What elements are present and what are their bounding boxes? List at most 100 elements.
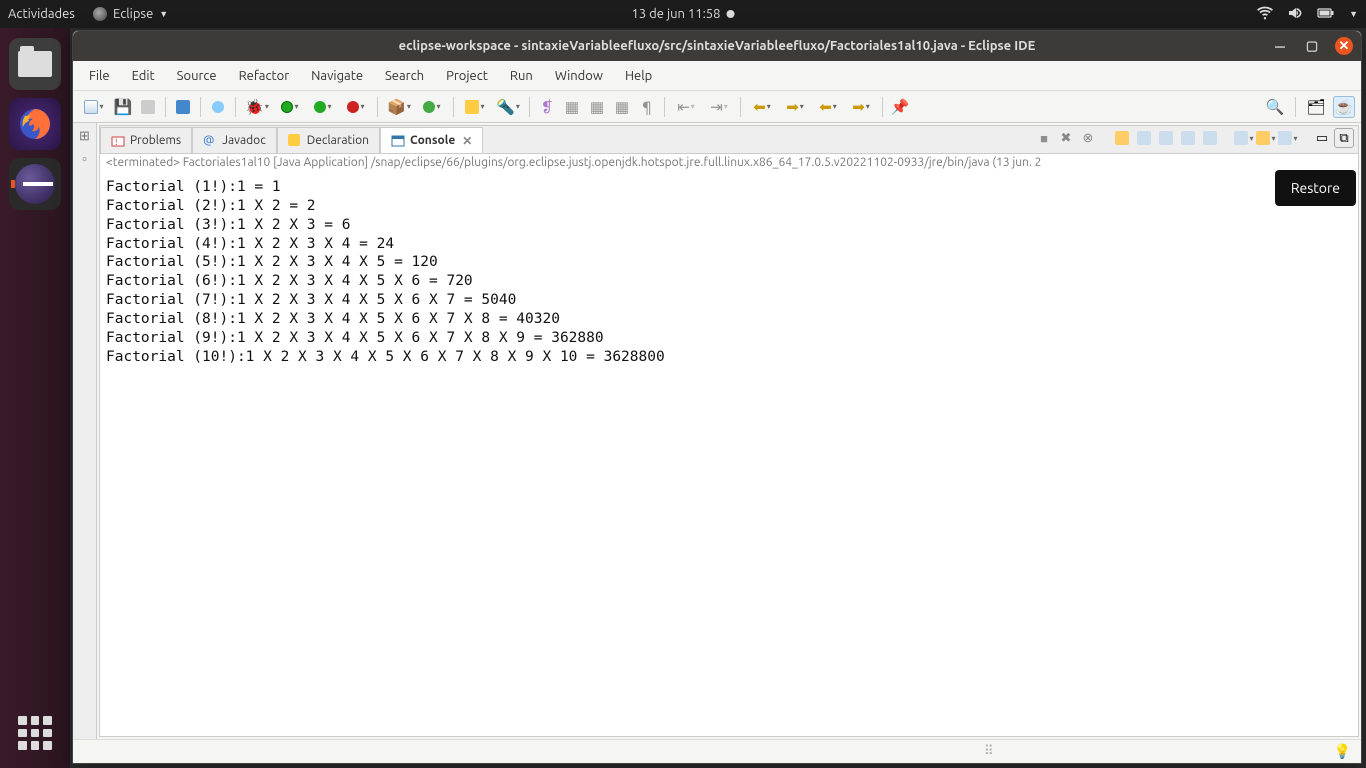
main-toolbar: 💾 🐞 📦 🔦 ❡ ▦ ▦ ▦ ¶ ⇤ ⇥ ⬅ ➡ ⬅ ➡ 📌 🔍 — [73, 91, 1361, 123]
battery-icon[interactable] — [1317, 5, 1335, 24]
status-bar: ⠿ 💡 — [73, 739, 1361, 763]
close-tab-icon[interactable]: ✕ — [462, 134, 472, 148]
system-top-bar: Actividades Eclipse ▼ 13 de jun 11:58 ▼ — [0, 0, 1366, 28]
console-output[interactable]: Factorial (1!):1 = 1 Factorial (2!):1 X … — [100, 176, 1358, 736]
console-scroll-lock-button[interactable] — [1134, 128, 1154, 148]
console-pin-button[interactable] — [1234, 128, 1254, 148]
window-title: eclipse-workspace - sintaxieVariableeflu… — [399, 39, 1036, 53]
console-clear-button[interactable] — [1112, 128, 1132, 148]
menu-search[interactable]: Search — [375, 65, 434, 87]
save-button[interactable]: 💾 — [112, 96, 134, 118]
menu-edit[interactable]: Edit — [122, 65, 165, 87]
tab-javadoc-label: Javadoc — [222, 134, 266, 147]
console-header: <terminated> Factoriales1al10 [Java Appl… — [100, 154, 1358, 176]
pin-button[interactable]: ¶ — [636, 96, 658, 118]
external-tools-button[interactable] — [341, 96, 371, 118]
tab-problems-label: Problems — [130, 134, 181, 147]
show-apps-icon[interactable] — [18, 716, 52, 750]
wifi-icon[interactable] — [1257, 5, 1273, 24]
tab-declaration-label: Declaration — [307, 134, 369, 147]
console-show-standard-err-button[interactable] — [1200, 128, 1220, 148]
files-app-icon[interactable] — [9, 38, 61, 90]
eclipse-app-icon[interactable] — [9, 158, 61, 210]
console-word-wrap-button[interactable] — [1156, 128, 1176, 148]
menu-help[interactable]: Help — [615, 65, 662, 87]
tab-problems[interactable]: ! Problems — [100, 127, 192, 153]
console-remove-all-button[interactable]: ⊗ — [1078, 128, 1098, 148]
forward-button[interactable]: ➡ — [780, 96, 810, 118]
console-open-console-button[interactable] — [1278, 128, 1298, 148]
declaration-icon — [288, 134, 302, 148]
menu-run[interactable]: Run — [500, 65, 543, 87]
chevron-down-icon: ▼ — [159, 9, 168, 19]
run-button[interactable] — [275, 96, 305, 118]
close-button[interactable]: ✕ — [1335, 37, 1353, 55]
activities-button[interactable]: Actividades — [8, 7, 75, 21]
annotation-prev-button[interactable]: ⇤ — [671, 96, 701, 118]
menu-navigate[interactable]: Navigate — [301, 65, 373, 87]
last-edit-button[interactable]: ⬅ — [813, 96, 843, 118]
save-all-button[interactable] — [137, 96, 159, 118]
annotation-next-button[interactable]: ⇥ — [704, 96, 734, 118]
notification-dot-icon — [726, 10, 734, 18]
menu-file[interactable]: File — [79, 65, 120, 87]
console-display-button[interactable] — [1256, 128, 1276, 148]
clock[interactable]: 13 de jun 11:58 — [632, 7, 735, 21]
menu-source[interactable]: Source — [167, 65, 227, 87]
coverage-button[interactable] — [308, 96, 338, 118]
pin-editor-button[interactable]: 📌 — [889, 96, 911, 118]
volume-icon[interactable] — [1287, 5, 1303, 24]
console-view: ! Problems @ Javadoc Declaration Console… — [99, 125, 1359, 737]
open-perspective-button[interactable]: 🗂 — [1305, 96, 1327, 118]
java-perspective-button[interactable]: ☕ — [1333, 96, 1355, 118]
tab-console[interactable]: Console ✕ — [380, 127, 483, 153]
search-button[interactable]: 🔦 — [493, 96, 523, 118]
open-task-button[interactable]: ❡ — [536, 96, 558, 118]
restore-views-icon[interactable]: ▫ — [77, 151, 93, 167]
view-minimize-button[interactable]: ▭ — [1312, 128, 1332, 148]
tab-console-label: Console — [410, 134, 455, 147]
app-indicator[interactable]: Eclipse ▼ — [93, 7, 168, 21]
console-show-standard-out-button[interactable] — [1178, 128, 1198, 148]
search-access-button[interactable]: 🔍 — [1264, 96, 1286, 118]
dock — [0, 28, 70, 768]
back-button[interactable]: ⬅ — [747, 96, 777, 118]
menu-project[interactable]: Project — [436, 65, 498, 87]
datetime-label: 13 de jun 11:58 — [632, 7, 721, 21]
menu-window[interactable]: Window — [545, 65, 613, 87]
toggle-ws-button[interactable]: ▦ — [611, 96, 633, 118]
svg-text:!: ! — [115, 137, 117, 147]
toggle-block-button[interactable]: ▦ — [586, 96, 608, 118]
skip-breakpoints-button[interactable] — [207, 96, 229, 118]
console-icon — [391, 134, 405, 148]
status-handle-icon[interactable]: ⠿ — [984, 744, 994, 759]
package-explorer-min-icon[interactable]: ⊞ — [77, 129, 93, 145]
eclipse-window: eclipse-workspace - sintaxieVariableeflu… — [72, 30, 1362, 764]
debug-button[interactable]: 🐞 — [242, 96, 272, 118]
toggle-breadcrumb-button[interactable] — [172, 96, 194, 118]
new-type-button[interactable] — [417, 96, 447, 118]
open-type-button[interactable] — [460, 96, 490, 118]
menu-refactor[interactable]: Refactor — [229, 65, 300, 87]
left-trim-bar: ⊞ ▫ — [73, 123, 97, 739]
tip-bulb-icon[interactable]: 💡 — [1334, 743, 1351, 760]
maximize-button[interactable]: ▢ — [1303, 37, 1321, 55]
view-restore-button[interactable]: ⧉ — [1334, 128, 1354, 148]
toggle-mark-button[interactable]: ▦ — [561, 96, 583, 118]
eclipse-icon — [93, 7, 107, 21]
new-button[interactable] — [79, 96, 109, 118]
firefox-app-icon[interactable] — [9, 98, 61, 150]
next-edit-button[interactable]: ➡ — [846, 96, 876, 118]
window-titlebar[interactable]: eclipse-workspace - sintaxieVariableeflu… — [73, 31, 1361, 61]
console-remove-button[interactable]: ✖ — [1056, 128, 1076, 148]
tab-declaration[interactable]: Declaration — [277, 127, 380, 153]
javadoc-icon: @ — [203, 134, 217, 148]
app-name-label: Eclipse — [113, 7, 153, 21]
restore-tooltip: Restore — [1275, 170, 1356, 206]
menu-bar: File Edit Source Refactor Navigate Searc… — [73, 61, 1361, 91]
new-package-button[interactable]: 📦 — [384, 96, 414, 118]
minimize-button[interactable]: － — [1271, 37, 1289, 55]
system-menu-chevron-icon[interactable]: ▼ — [1349, 9, 1358, 19]
console-terminate-button[interactable]: ■ — [1034, 128, 1054, 148]
tab-javadoc[interactable]: @ Javadoc — [192, 127, 277, 153]
